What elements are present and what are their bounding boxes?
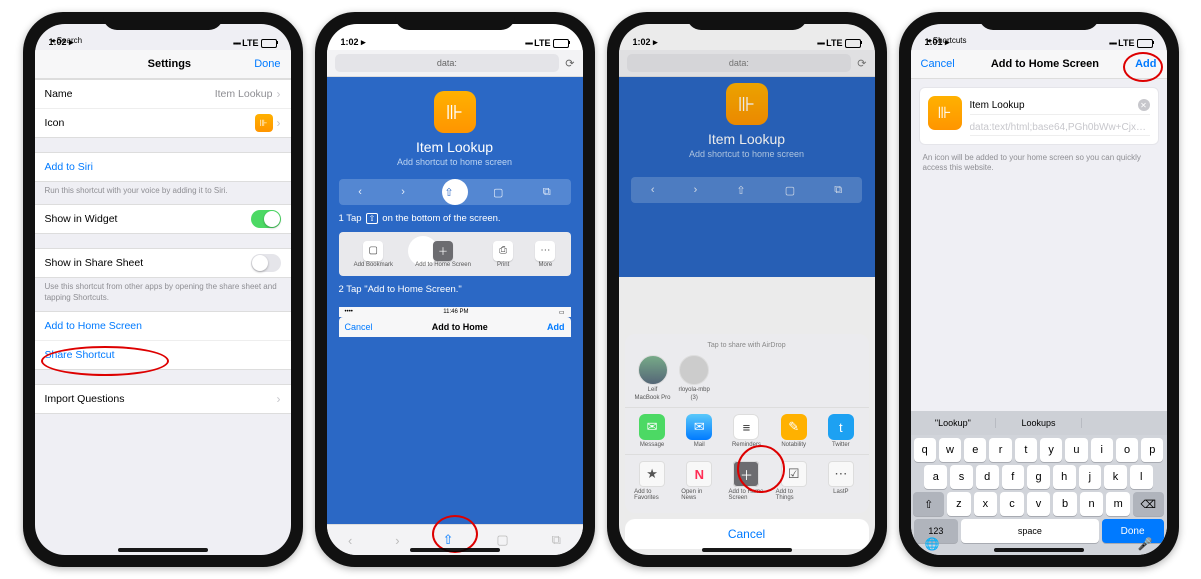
sharesheet-hint: Use this shortcut from other apps by ope… [35, 278, 291, 311]
shift-key[interactable]: ⇧ [913, 492, 944, 516]
bookmarks-icon[interactable]: ▢ [496, 532, 508, 548]
add-home-hint: An icon will be added to your home scree… [911, 153, 1167, 174]
action-row: ★Add to Favorites NOpen in News ＋Add to … [625, 454, 869, 507]
suggestion[interactable]: Lookups [996, 418, 1082, 428]
shortcut-subtitle: Add shortcut to home screen [397, 157, 512, 167]
share-icon: ⇧ [366, 213, 379, 224]
backspace-key[interactable]: ⌫ [1133, 492, 1164, 516]
add-to-home-screen[interactable]: Add to Home Screen [35, 312, 291, 340]
back-to-search[interactable]: ◂ Search [51, 36, 83, 45]
globe-icon[interactable]: 🌐 [925, 537, 940, 551]
settings-nav: Settings Done [35, 50, 291, 79]
airdrop-label: Tap to share with AirDrop [625, 340, 869, 351]
keyboard[interactable]: "Lookup" Lookups qwertyuiop asdfghjkl ⇧ … [911, 411, 1167, 555]
add-to-things[interactable]: ☑Add to Things [776, 461, 812, 501]
name-row[interactable]: Name Item Lookup› [35, 80, 291, 108]
done-key[interactable]: Done [1102, 519, 1164, 543]
step-2: 2 Tap "Add to Home Screen." [339, 284, 571, 295]
share-icon[interactable]: ⇧ [443, 532, 454, 548]
page-title: Settings [148, 58, 191, 70]
done-button[interactable]: Done [254, 58, 280, 70]
forward-icon[interactable]: › [395, 533, 399, 548]
step-1: 1 Tap ⇧ on the bottom of the screen. [339, 213, 571, 224]
share-twitter[interactable]: tTwitter [823, 414, 859, 448]
add-to-home-screen-action[interactable]: ＋Add to Home Screen [728, 461, 764, 501]
shortcut-title: Item Lookup [416, 139, 493, 155]
cancel-button[interactable]: Cancel [921, 58, 955, 70]
mini-header: Cancel Add to Home Add [339, 317, 571, 337]
add-home-nav: Cancel Add to Home Screen Add [911, 50, 1167, 79]
share-shortcut[interactable]: Share Shortcut [35, 340, 291, 369]
share-message[interactable]: ✉Message [634, 414, 670, 448]
sharesheet-toggle[interactable] [251, 254, 281, 272]
bookmark-icon: ⊪ [928, 96, 962, 130]
share-reminders[interactable]: ≡Reminders [728, 414, 764, 448]
open-in-news[interactable]: NOpen in News [681, 461, 717, 501]
barcode-icon: ⊪ [255, 114, 273, 132]
import-questions[interactable]: Import Questions › [35, 385, 291, 413]
bookmark-card: ⊪ ✕ [919, 87, 1159, 145]
space-key[interactable]: space [961, 519, 1098, 543]
show-in-widget-row[interactable]: Show in Widget [35, 205, 291, 233]
widget-toggle[interactable] [251, 210, 281, 228]
url-field[interactable] [970, 119, 1150, 136]
page-title: Add to Home Screen [991, 58, 1099, 70]
suggestion[interactable]: "Lookup" [911, 418, 997, 428]
reload-icon[interactable]: ⟳ [565, 57, 574, 70]
show-in-share-sheet-row[interactable]: Show in Share Sheet [35, 249, 291, 277]
share-mail[interactable]: ✉Mail [681, 414, 717, 448]
share-sheet: Tap to share with AirDrop LeifMacBook Pr… [625, 334, 869, 549]
icon-row[interactable]: Icon ⊪› [35, 108, 291, 137]
mic-icon[interactable]: 🎤 [1138, 537, 1153, 551]
siri-hint: Run this shortcut with your voice by add… [35, 182, 291, 204]
back-to-shortcuts[interactable]: ◂ Shortcuts [927, 36, 967, 45]
add-button[interactable]: Add [1135, 58, 1156, 70]
mini-statusbar: ••••11:46 PM▭ [339, 307, 571, 317]
airdrop-contact[interactable]: rloyola-mbp(3) [679, 355, 710, 401]
back-icon[interactable]: ‹ [348, 533, 352, 548]
clear-icon[interactable]: ✕ [1138, 99, 1150, 111]
toolbar-illustration: ‹›⇧▢⧉ [339, 179, 571, 205]
share-notability[interactable]: ✎Notability [776, 414, 812, 448]
shortcut-icon: ⊪ [434, 91, 476, 133]
airdrop-contact[interactable]: LeifMacBook Pro [635, 355, 671, 401]
tabs-icon[interactable]: ⧉ [552, 532, 561, 548]
app-share-row: ✉Message ✉Mail ≡Reminders ✎Notability tT… [625, 407, 869, 454]
lastpass[interactable]: ⋯LastP [823, 461, 859, 501]
add-to-siri[interactable]: Add to Siri [35, 153, 291, 181]
name-field[interactable] [970, 97, 1134, 113]
key-row: qwertyuiop [911, 435, 1167, 462]
safari-url-bar[interactable]: data: ⟳ [327, 50, 583, 77]
cancel-button[interactable]: Cancel [625, 519, 869, 549]
actions-illustration: ▢Add Bookmark ＋Add to Home Screen ⎙Print… [339, 232, 571, 276]
add-to-favorites[interactable]: ★Add to Favorites [634, 461, 670, 501]
